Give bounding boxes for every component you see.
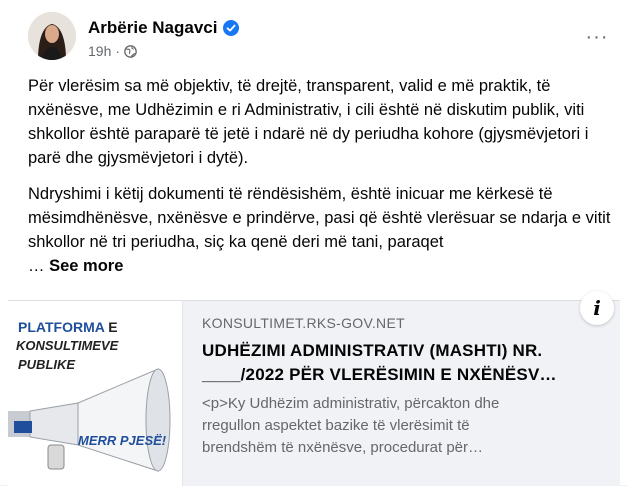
more-options-icon[interactable]: ··· xyxy=(582,26,612,48)
post-paragraph-2: Ndryshimi i këtij dokumenti të rëndësish… xyxy=(28,182,618,278)
link-preview[interactable]: PLATFORMA E KONSULTIMEVE PUBLIKE MERR PJ… xyxy=(8,291,620,486)
ellipsis: … xyxy=(28,257,45,275)
post-paragraph-1: Për vlerësim sa më objektiv, të drejtë, … xyxy=(28,77,589,167)
author-avatar[interactable] xyxy=(28,12,76,60)
link-desc-line-2: rregullon aspektet bazike të vlerësimit … xyxy=(202,417,470,434)
post-paragraph-2-text: Ndryshimi i këtij dokumenti të rëndësish… xyxy=(28,185,611,251)
thumb-line-1a: PLATFORMA xyxy=(18,319,105,335)
link-title-line-2: ____/2022 PËR VLERËSIMIN E NXËNËSV… xyxy=(202,365,557,384)
megaphone-icon xyxy=(8,368,171,472)
link-thumbnail[interactable]: PLATFORMA E KONSULTIMEVE PUBLIKE MERR PJ… xyxy=(8,301,183,486)
thumb-line-1b: E xyxy=(108,319,118,335)
thumb-line-4: MERR PJESË! xyxy=(78,433,167,448)
post-time[interactable]: 19h xyxy=(88,43,111,59)
thumb-line-2: KONSULTIMEVE xyxy=(16,338,119,353)
link-domain: KONSULTIMET.RKS-GOV.NET xyxy=(202,315,405,331)
link-title-line-1: UDHËZIMI ADMINISTRATIV (MASHTI) NR. xyxy=(202,341,543,360)
author-name[interactable]: Arbërie Nagavci xyxy=(88,18,217,38)
post-text: Për vlerësim sa më objektiv, të drejtë, … xyxy=(28,74,618,278)
link-info[interactable]: KONSULTIMET.RKS-GOV.NET UDHËZIMI ADMINIS… xyxy=(202,315,602,459)
verified-badge-icon xyxy=(223,20,240,36)
meta-separator: · xyxy=(115,43,121,59)
link-desc-line-1: <p>Ky Udhëzim administrativ, përcakton d… xyxy=(202,395,500,412)
post-meta: 19h · xyxy=(88,43,137,59)
avatar-image xyxy=(28,12,76,60)
author-name-row: Arbërie Nagavci xyxy=(88,18,240,38)
link-desc-line-3: brendshëm të nxënësve, procedurat për… xyxy=(202,439,483,456)
globe-icon[interactable] xyxy=(124,44,137,58)
post-card: Arbërie Nagavci 19h · ··· Për vlerësim s… xyxy=(0,0,627,486)
thumb-line-1: PLATFORMA E xyxy=(18,319,118,335)
see-more-link[interactable]: See more xyxy=(49,257,123,275)
post-header: Arbërie Nagavci 19h · ··· xyxy=(28,12,618,64)
link-description: <p>Ky Udhëzim administrativ, përcakton d… xyxy=(202,393,602,459)
link-title: UDHËZIMI ADMINISTRATIV (MASHTI) NR. ____… xyxy=(202,339,602,387)
